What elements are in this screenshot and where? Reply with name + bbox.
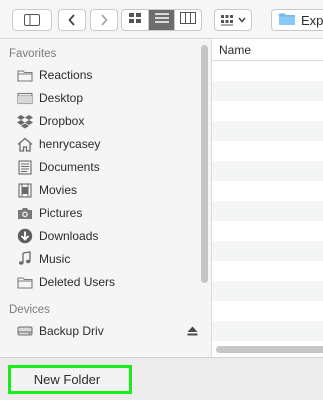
sidebar-item-pictures[interactable]: Pictures [17, 203, 202, 223]
sidebar-item-label: Deleted Users [39, 275, 116, 289]
path-popup[interactable]: Expo [271, 9, 323, 31]
table-row [212, 101, 323, 121]
table-row [212, 321, 323, 341]
download-icon [17, 228, 33, 244]
view-mode-control [121, 9, 202, 31]
sidebar-toggle-button[interactable] [12, 9, 52, 31]
table-row [212, 121, 323, 141]
bottom-bar: New Folder [0, 357, 323, 400]
sidebar-item-label: Movies [39, 183, 78, 197]
music-icon [17, 251, 33, 267]
table-row [212, 181, 323, 201]
sidebar-scrollbar[interactable] [201, 45, 208, 283]
sidebar-item-label: henrycasey [39, 137, 101, 151]
horizontal-scrollbar[interactable] [216, 346, 323, 353]
sidebar-item-label: Reactions [39, 68, 93, 82]
documents-icon [17, 159, 33, 175]
table-row [212, 81, 323, 101]
sidebar-item-downloads[interactable]: Downloads [17, 226, 202, 246]
sidebar-item-henrycasey[interactable]: henrycasey [17, 134, 202, 154]
table-row [212, 241, 323, 261]
table-row [212, 281, 323, 301]
sidebar-item-dropbox[interactable]: Dropbox [17, 111, 202, 131]
grid-icon [220, 14, 234, 26]
camera-icon [17, 205, 33, 221]
back-button[interactable] [58, 9, 86, 31]
column-view-button[interactable] [175, 10, 201, 30]
sidebar-toggle-icon [24, 14, 40, 26]
folder-icon [278, 12, 296, 29]
column-header-name[interactable]: Name [212, 39, 323, 61]
sidebar-item-label: Documents [39, 160, 100, 174]
folder-icon [17, 274, 33, 290]
list-view-icon [154, 11, 170, 29]
sidebar: Favorites Reactions Desktop Dropbox henr… [0, 39, 212, 357]
sidebar-item-reactions[interactable]: Reactions [17, 65, 202, 85]
sidebar-item-label: Dropbox [39, 114, 85, 128]
table-row [212, 301, 323, 321]
path-label: Expo [301, 12, 323, 28]
sidebar-item-label: Music [39, 252, 71, 266]
desktop-icon [17, 90, 33, 106]
sidebar-item-backup-drive[interactable]: Backup Driv [17, 321, 202, 341]
arrange-button[interactable] [214, 9, 252, 31]
list-view-button[interactable] [148, 10, 176, 30]
table-row [212, 221, 323, 241]
favorites-header: Favorites [9, 48, 57, 60]
sidebar-item-music[interactable]: Music [17, 249, 202, 269]
table-row [212, 161, 323, 181]
sidebar-item-label: Backup Driv [39, 324, 104, 338]
sidebar-item-movies[interactable]: Movies [17, 180, 202, 200]
table-row [212, 61, 323, 81]
sidebar-item-label: Pictures [39, 206, 83, 220]
file-list: Name [212, 39, 323, 357]
dropbox-icon [17, 113, 33, 129]
new-folder-button[interactable]: New Folder [8, 365, 132, 394]
sidebar-item-deleted-users[interactable]: Deleted Users [17, 272, 202, 292]
toolbar: Expo [0, 0, 323, 39]
folder-icon [17, 67, 33, 83]
chevron-down-icon [238, 17, 246, 23]
icon-view-icon [128, 11, 142, 29]
table-row [212, 261, 323, 281]
devices-header: Devices [9, 304, 50, 316]
drive-icon [17, 323, 33, 339]
icon-view-button[interactable] [122, 10, 149, 30]
chevron-right-icon [100, 14, 108, 26]
column-view-icon [180, 11, 197, 29]
sidebar-item-documents[interactable]: Documents [17, 157, 202, 177]
home-icon [17, 136, 33, 152]
sidebar-item-desktop[interactable]: Desktop [17, 88, 202, 108]
sidebar-item-label: Downloads [39, 229, 99, 243]
chevron-left-icon [68, 14, 76, 26]
forward-button[interactable] [90, 9, 118, 31]
sidebar-item-label: Desktop [39, 91, 84, 105]
table-row [212, 201, 323, 221]
table-row [212, 141, 323, 161]
movies-icon [17, 182, 33, 198]
eject-icon[interactable] [187, 325, 198, 339]
